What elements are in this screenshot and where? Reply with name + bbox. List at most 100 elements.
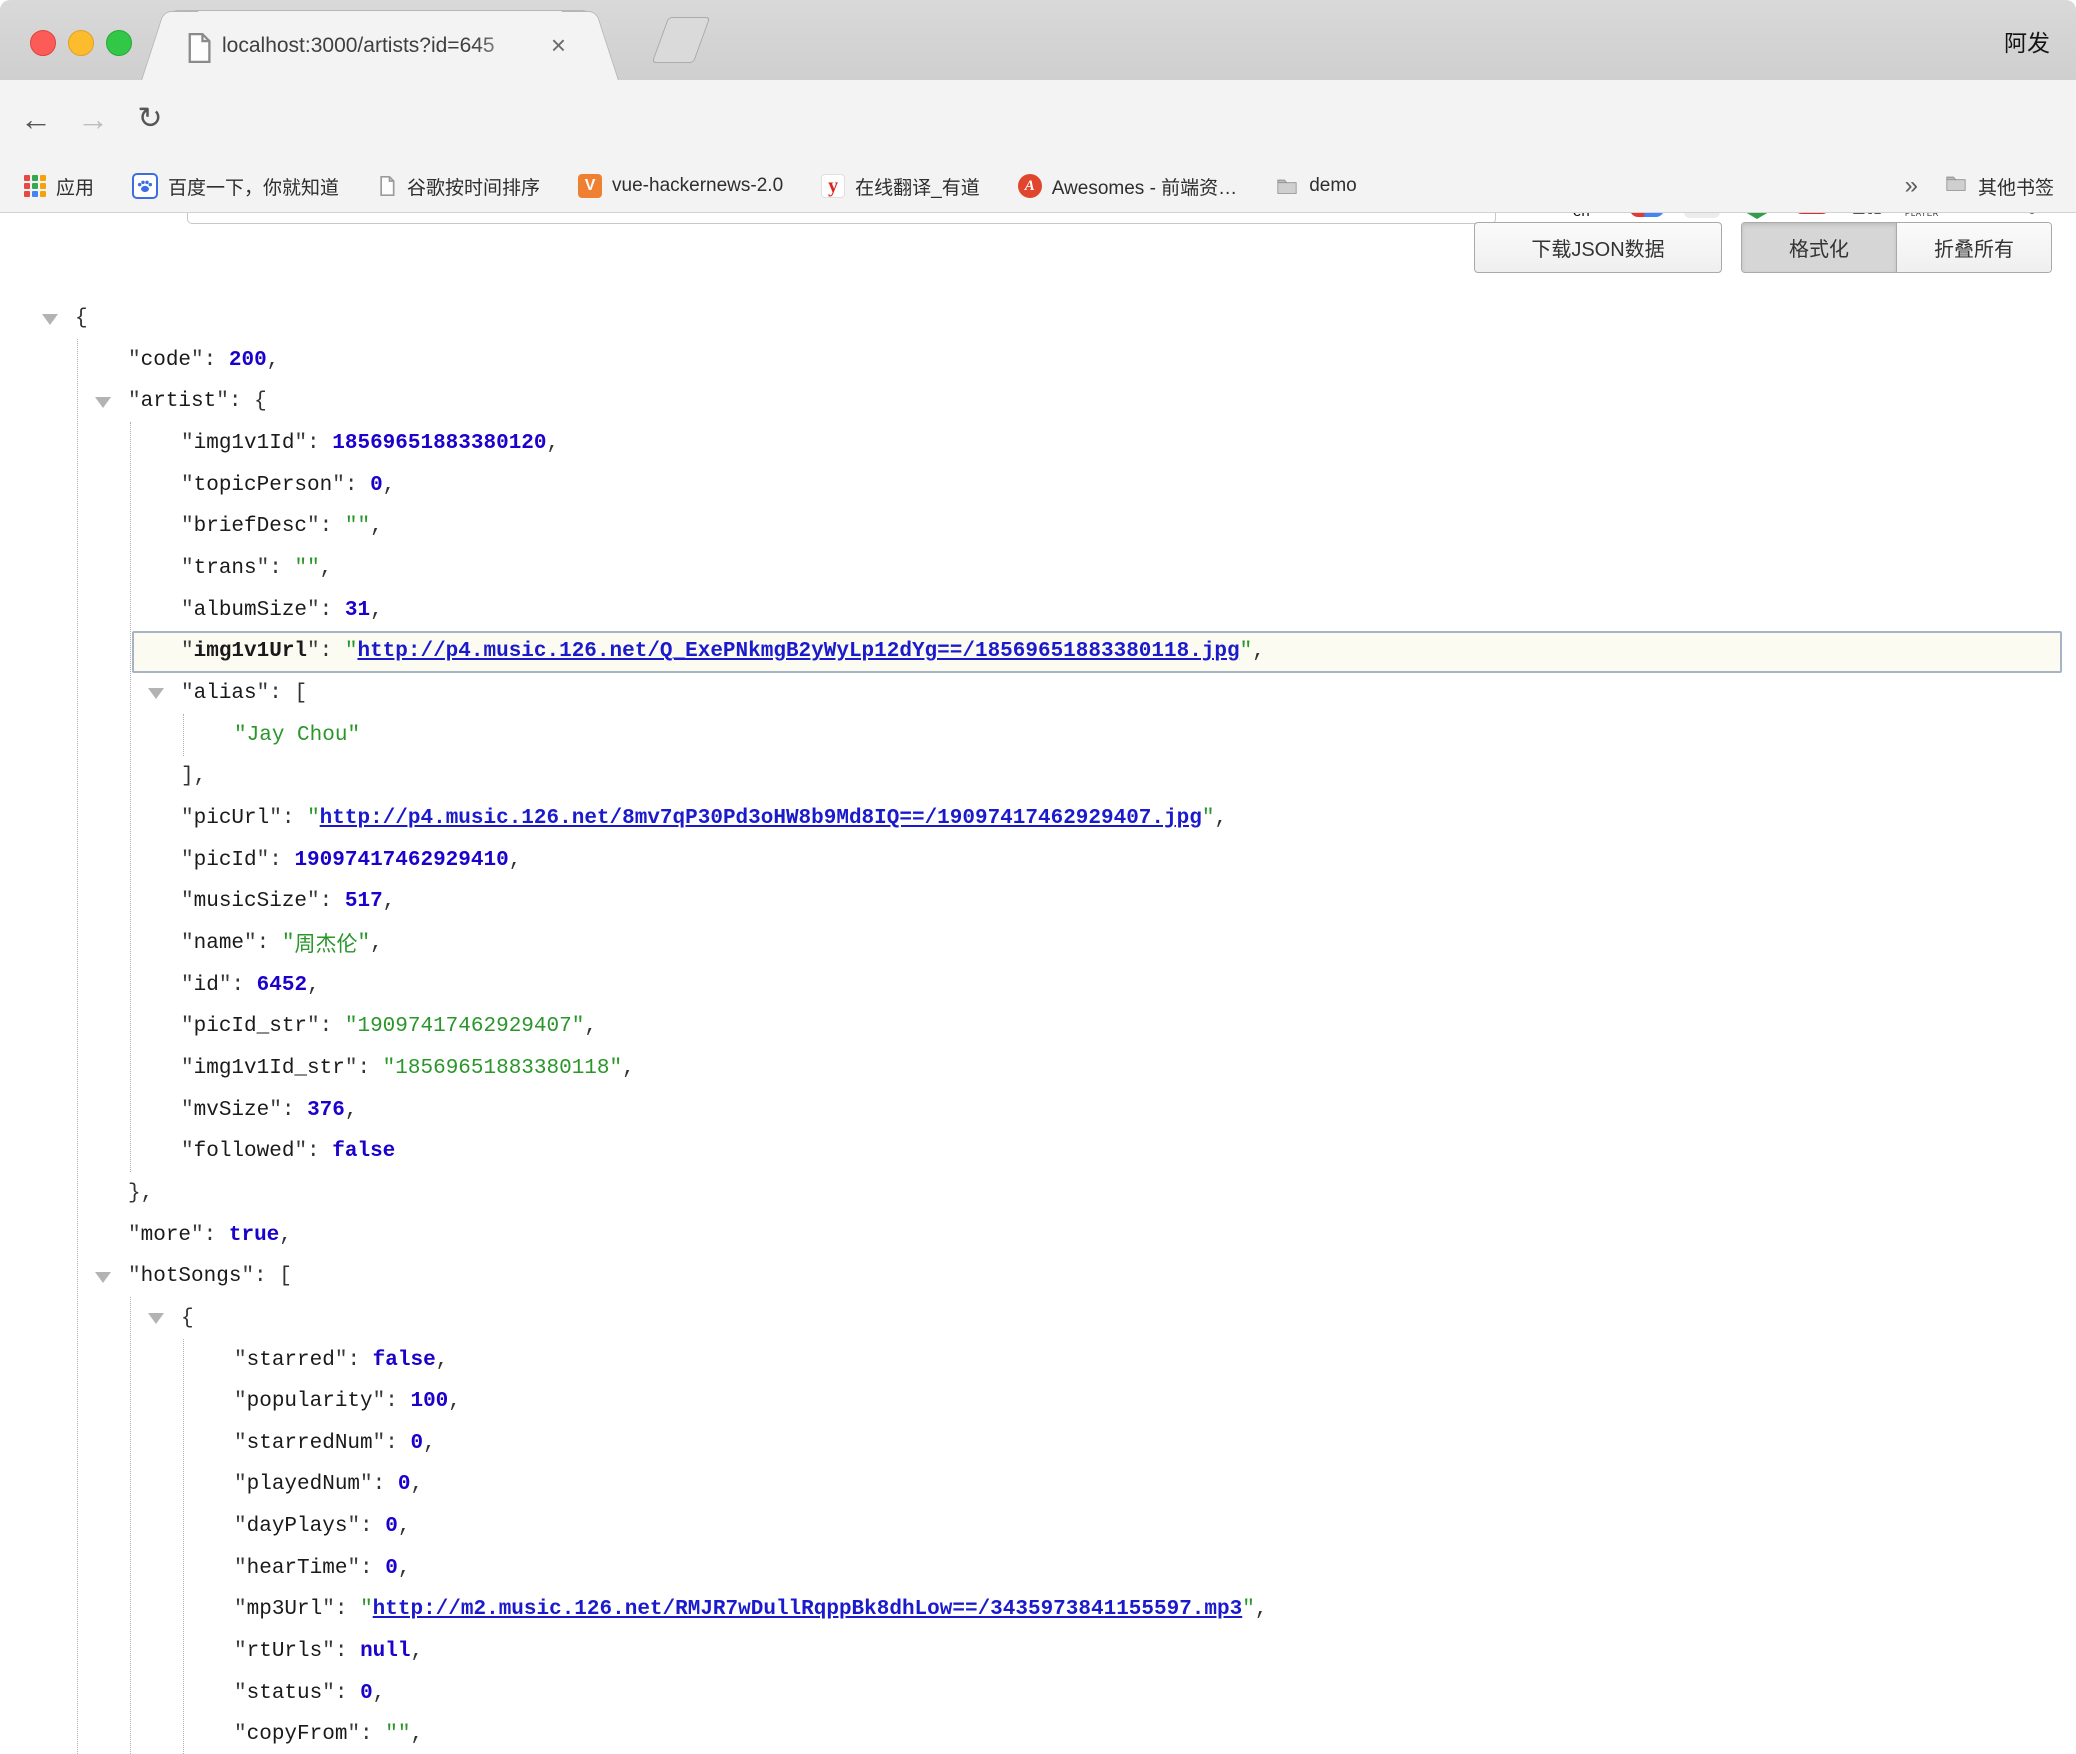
json-token: : <box>254 1265 279 1288</box>
json-value: Jay Chou <box>247 724 348 747</box>
json-token: " <box>128 349 141 372</box>
json-token: ], <box>181 765 206 788</box>
json-token: " <box>307 1015 320 1038</box>
json-token: , <box>1252 640 1265 663</box>
json-key: albumSize <box>194 599 307 622</box>
json-token: " <box>181 974 194 997</box>
json-key: name <box>194 932 244 955</box>
json-token: " <box>257 557 270 580</box>
json-token: , <box>267 349 280 372</box>
json-token: " <box>191 349 204 372</box>
json-token: : <box>360 1515 385 1538</box>
collapse-triangle-icon[interactable] <box>148 688 164 699</box>
json-token: : <box>307 432 332 455</box>
json-token: : <box>385 1432 410 1455</box>
collapse-triangle-icon[interactable] <box>95 397 111 408</box>
json-value: 376 <box>307 1099 345 1122</box>
json-value: 0 <box>370 474 383 497</box>
json-token: " <box>360 1598 373 1621</box>
json-token: " <box>345 640 358 663</box>
json-token: " <box>234 1723 247 1746</box>
json-value: 19097417462929410 <box>294 849 508 872</box>
json-token: " <box>216 390 229 413</box>
json-token: , <box>370 932 383 955</box>
json-key: dayPlays <box>247 1515 348 1538</box>
json-token: " <box>307 515 320 538</box>
json-token: " <box>1240 640 1253 663</box>
json-token: , <box>509 849 522 872</box>
json-line: "hearTime": 0, <box>234 1547 410 1589</box>
json-token: : <box>229 390 254 413</box>
json-line: "artist": { <box>128 381 267 423</box>
json-token: " <box>234 1682 247 1705</box>
json-token: " <box>181 515 194 538</box>
json-key: followed <box>194 1140 295 1163</box>
json-token: " <box>322 1598 335 1621</box>
json-token: : <box>357 1057 382 1080</box>
json-link-value[interactable]: http://m2.music.126.net/RMJR7wDullRqppBk… <box>373 1598 1243 1621</box>
json-token: " <box>234 1432 247 1455</box>
json-key: hotSongs <box>141 1265 242 1288</box>
json-token: : <box>320 599 345 622</box>
json-token: , <box>622 1057 635 1080</box>
json-key: picId_str <box>194 1015 307 1038</box>
json-token: : <box>320 515 345 538</box>
json-line: { <box>181 1297 194 1339</box>
json-token: [ <box>294 682 307 705</box>
json-token: " <box>181 599 194 622</box>
json-value: 19097417462929407 <box>357 1015 571 1038</box>
json-token: " <box>181 932 194 955</box>
json-token: { <box>181 1307 194 1330</box>
json-token: " <box>307 807 320 830</box>
json-token: : <box>307 1140 332 1163</box>
json-token: " <box>181 432 194 455</box>
json-token: " <box>357 932 370 955</box>
json-key: starred <box>247 1349 335 1372</box>
json-key: musicSize <box>194 890 307 913</box>
json-line: "starredNum": 0, <box>234 1422 436 1464</box>
json-line: "more": true, <box>128 1214 292 1256</box>
json-token: " <box>181 474 194 497</box>
json-value: 517 <box>345 890 383 913</box>
collapse-triangle-icon[interactable] <box>148 1313 164 1324</box>
json-line: { <box>75 298 88 340</box>
json-token: " <box>332 474 345 497</box>
tree-guide-line <box>183 1339 184 1754</box>
json-token: { <box>254 390 267 413</box>
json-token: " <box>383 1057 396 1080</box>
json-token: " <box>610 1057 623 1080</box>
json-key: artist <box>141 390 217 413</box>
json-token: " <box>385 1723 398 1746</box>
json-token: " <box>128 1224 141 1247</box>
json-token: " <box>347 1723 360 1746</box>
json-line: "img1v1Id_str": "18569651883380118", <box>181 1047 635 1089</box>
json-token: , <box>410 1473 423 1496</box>
json-key: starredNum <box>247 1432 373 1455</box>
json-key: mp3Url <box>247 1598 323 1621</box>
json-line: "picUrl": "http://p4.music.126.net/8mv7q… <box>181 797 1227 839</box>
json-line: "id": 6452, <box>181 964 320 1006</box>
json-token: " <box>234 1390 247 1413</box>
json-value: null <box>360 1640 410 1663</box>
collapse-triangle-icon[interactable] <box>95 1272 111 1283</box>
json-token: " <box>234 1515 247 1538</box>
json-line: "dayPlays": 0, <box>234 1506 410 1548</box>
json-line: "albumSize": 31, <box>181 589 383 631</box>
json-link-value[interactable]: http://p4.music.126.net/8mv7qP30Pd3oHW8b… <box>320 807 1202 830</box>
json-token: " <box>294 557 307 580</box>
json-key: briefDesc <box>194 515 307 538</box>
json-key: code <box>141 349 191 372</box>
collapse-triangle-icon[interactable] <box>42 314 58 325</box>
json-line: "followed": false <box>181 1131 395 1173</box>
json-line: "topicPerson": 0, <box>181 464 395 506</box>
json-line: "briefDesc": "", <box>181 506 383 548</box>
json-token: " <box>322 1682 335 1705</box>
browser-window: localhost:3000/artists?id=645 × 阿发 ← → ↻… <box>0 0 2076 1754</box>
json-value: 18569651883380118 <box>395 1057 609 1080</box>
json-line: "img1v1Id": 18569651883380120, <box>181 422 559 464</box>
json-token: " <box>345 515 358 538</box>
json-token: , <box>383 474 396 497</box>
json-key: id <box>194 974 219 997</box>
json-link-value[interactable]: http://p4.music.126.net/Q_ExePNkmgB2yWyL… <box>357 640 1239 663</box>
json-line: "rtUrls": null, <box>234 1631 423 1673</box>
